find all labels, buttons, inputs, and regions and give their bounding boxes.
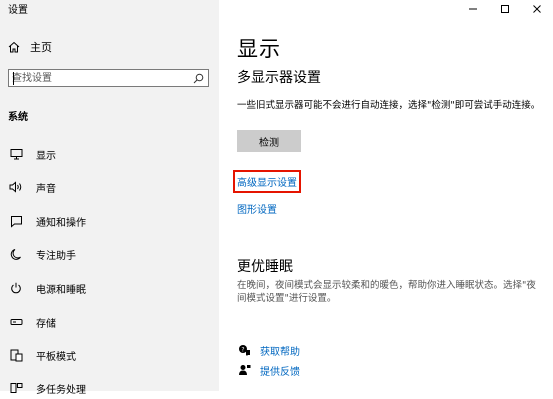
detect-button[interactable]: 检测 [237, 130, 301, 152]
give-feedback-link[interactable]: 提供反馈 [260, 363, 300, 378]
sidebar-item-tablet-mode[interactable]: 平板模式 [0, 344, 219, 366]
section-label-system: 系统 [8, 112, 28, 123]
get-help-row[interactable]: ? 获取帮助 [237, 342, 300, 358]
minimize-button[interactable] [457, 0, 489, 18]
better-sleep-description: 在晚间，夜间模式会显示较柔和的暖色，帮助你进入睡眠状态。选择"夜间模式设置"进行… [237, 280, 536, 304]
sidebar-item-display[interactable]: 显示 [0, 143, 219, 165]
main-content: 显示 多显示器设置 一些旧式显示器可能不会进行自动连接，选择"检测"即可尝试手动… [219, 0, 553, 391]
tablet-icon [8, 347, 24, 363]
search-input[interactable] [12, 71, 192, 85]
sidebar-item-label: 声音 [36, 183, 56, 195]
maximize-button[interactable] [489, 0, 521, 18]
close-button[interactable] [521, 0, 553, 18]
home-label: 主页 [30, 41, 52, 54]
window-title: 设置 [8, 5, 28, 16]
text-caret [13, 72, 14, 85]
sidebar-item-label: 专注助手 [36, 250, 76, 262]
sidebar-item-label: 平板模式 [36, 351, 76, 363]
sidebar-item-notifications[interactable]: 通知和操作 [0, 210, 219, 232]
close-icon [533, 5, 541, 13]
feedback-person-icon [237, 363, 251, 377]
search-icon[interactable] [193, 73, 204, 84]
sidebar-item-label: 显示 [36, 150, 56, 162]
sidebar-item-focus-assist[interactable]: 专注助手 [0, 243, 219, 265]
advanced-display-settings-link[interactable]: 高级显示设置 [233, 170, 301, 193]
monitor-icon [8, 146, 24, 162]
minimize-icon [469, 8, 477, 10]
sidebar-home[interactable]: 主页 [8, 38, 208, 56]
power-icon [8, 280, 24, 296]
storage-icon [8, 314, 24, 330]
better-sleep-heading: 更优睡眠 [237, 259, 293, 275]
svg-text:?: ? [241, 347, 244, 354]
feedback-row[interactable]: 提供反馈 [237, 362, 300, 378]
sidebar-item-label: 存储 [36, 318, 56, 330]
home-icon [8, 41, 20, 53]
sidebar-item-power-sleep[interactable]: 电源和睡眠 [0, 277, 219, 299]
sidebar-item-label: 电源和睡眠 [36, 284, 86, 296]
multi-display-heading: 多显示器设置 [237, 70, 321, 86]
multitasking-icon [8, 380, 24, 396]
help-chat-icon: ? [237, 343, 251, 357]
search-box[interactable] [8, 69, 209, 87]
multi-display-description: 一些旧式显示器可能不会进行自动连接，选择"检测"即可尝试手动连接。 [237, 100, 541, 111]
sidebar-item-sound[interactable]: 声音 [0, 176, 219, 198]
moon-icon [8, 246, 24, 262]
graphics-settings-link[interactable]: 图形设置 [237, 201, 277, 216]
sidebar-item-label: 通知和操作 [36, 217, 86, 229]
sidebar: 设置 主页 系统 显示 [0, 0, 219, 396]
get-help-link[interactable]: 获取帮助 [260, 343, 300, 358]
notification-icon [8, 213, 24, 229]
page-title: 显示 [237, 37, 281, 61]
maximize-icon [501, 5, 509, 13]
window-controls [457, 0, 553, 18]
sidebar-item-storage[interactable]: 存储 [0, 311, 219, 333]
sidebar-item-multitasking[interactable]: 多任务处理 [0, 377, 219, 399]
speaker-icon [8, 179, 24, 195]
sidebar-item-label: 多任务处理 [36, 384, 86, 396]
